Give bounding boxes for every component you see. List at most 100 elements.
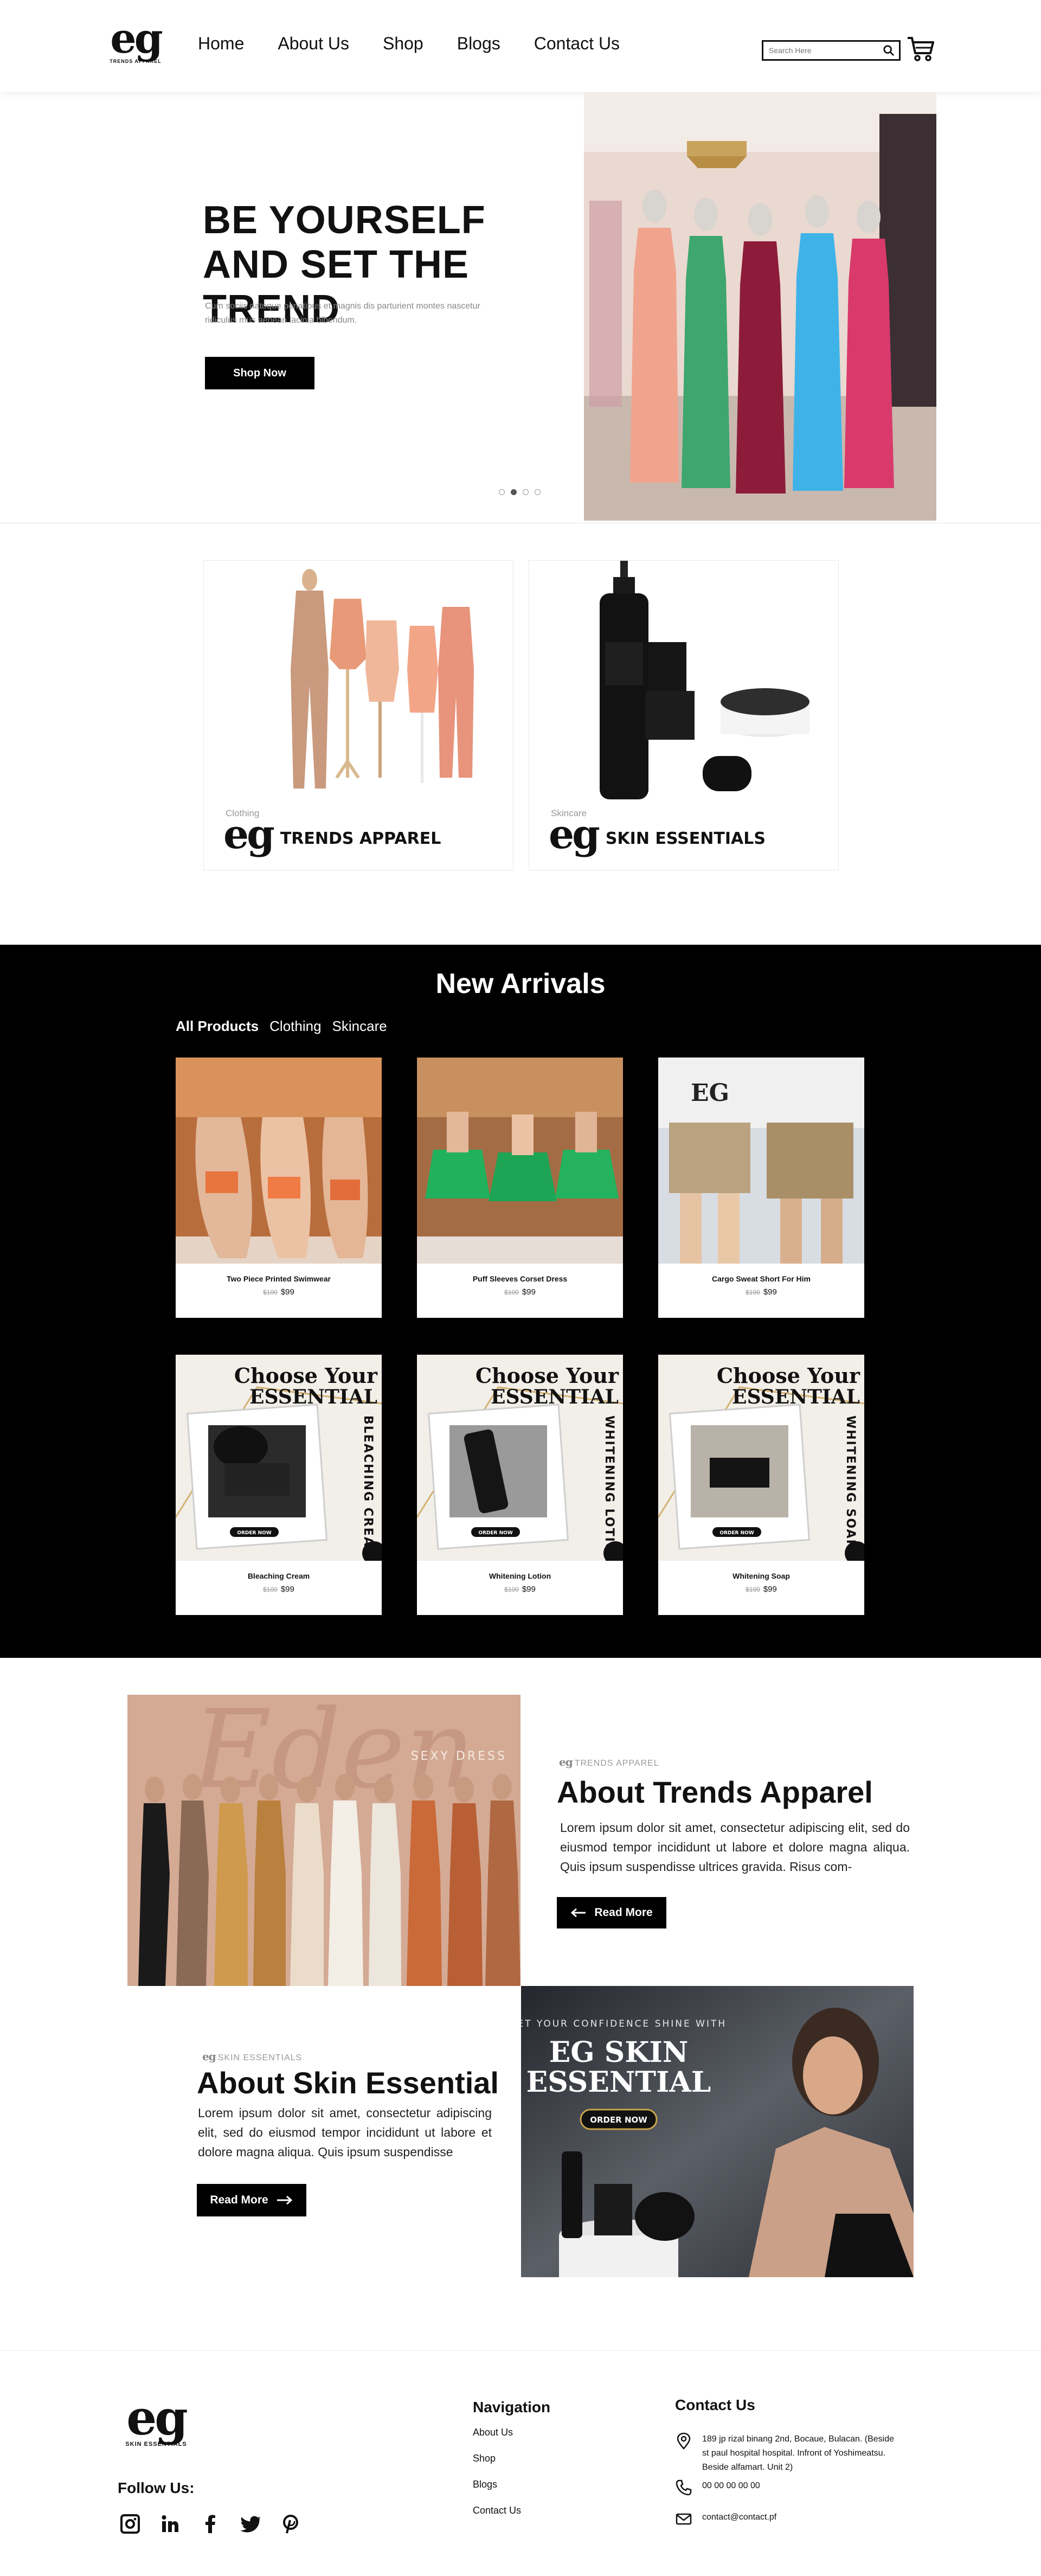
filter-skincare[interactable]: Skincare: [332, 1018, 387, 1035]
svg-text:Choose Your: Choose Your: [717, 1363, 860, 1388]
category-logo-mark: eg: [549, 811, 600, 858]
arrow-left-icon: [571, 1908, 586, 1918]
svg-text:WHITENING LOTION: WHITENING LOTION: [602, 1415, 616, 1561]
product-name: Whitening Lotion: [489, 1572, 551, 1580]
follow-us-label: Follow Us:: [118, 2479, 195, 2496]
svg-text:ORDER NOW: ORDER NOW: [719, 1530, 754, 1536]
product-price: $100 $99: [417, 1287, 623, 1297]
svg-text:EG: EG: [691, 1079, 729, 1107]
product-card[interactable]: ORDER NOW Choose Your ESSENTIAL WHITENIN…: [417, 1355, 623, 1615]
product-name: Whitening Soap: [732, 1572, 790, 1580]
product-image: [417, 1058, 623, 1264]
contact-email[interactable]: contact@contact.pf: [675, 2510, 776, 2528]
about-skin-read-more-button[interactable]: Read More: [197, 2184, 306, 2216]
arrow-right-icon: [277, 2195, 292, 2205]
nav-about-us[interactable]: About Us: [278, 34, 349, 54]
footer-contact-title: Contact Us: [675, 2396, 755, 2413]
product-old-price: $100: [746, 1586, 760, 1593]
svg-text:EG SKIN: EG SKIN: [549, 2036, 689, 2069]
logo-mark: eg: [126, 2389, 188, 2446]
phone-icon: [676, 2479, 692, 2496]
footer-link-blogs[interactable]: Blogs: [473, 2479, 497, 2490]
product-old-price: $100: [263, 1586, 278, 1593]
email-text: contact@contact.pf: [702, 2513, 777, 2522]
product-image: EG: [658, 1058, 864, 1264]
read-more-label: Read More: [594, 1906, 653, 1919]
product-current-price: $99: [280, 1287, 294, 1297]
svg-text:Choose Your: Choose Your: [234, 1363, 378, 1388]
logo-subtitle: TRENDS APPAREL: [110, 59, 162, 64]
search-icon[interactable]: [883, 44, 895, 56]
product-name: Bleaching Cream: [247, 1572, 310, 1580]
product-price: $100 $99: [658, 1287, 864, 1297]
search-input[interactable]: [763, 42, 872, 59]
category-title: TRENDS APPAREL: [280, 829, 441, 848]
facebook-icon[interactable]: [200, 2514, 221, 2534]
product-current-price: $99: [763, 1585, 777, 1594]
product-image: ORDER NOW Choose Your ESSENTIAL WHITENIN…: [658, 1355, 864, 1561]
site-footer: eg SKIN ESSENTIALS Follow Us: Navigation…: [0, 2350, 1041, 2576]
about-skin-text: Lorem ipsum dolor sit amet, consectetur …: [198, 2106, 492, 2159]
product-old-price: $100: [504, 1289, 519, 1296]
contact-address: 189 jp rizal binang 2nd, Bocaue, Bulacan…: [675, 2432, 903, 2475]
nav-home[interactable]: Home: [198, 34, 244, 54]
mini-logo-mark: eg: [559, 1755, 573, 1768]
product-image: ORDER NOW Choose Your ESSENTIAL WHITENIN…: [417, 1355, 623, 1561]
product-card[interactable]: EG Cargo Sweat Short For Him $100 $99: [658, 1058, 864, 1318]
product-name: Cargo Sweat Short For Him: [711, 1274, 811, 1283]
svg-text:ORDER NOW: ORDER NOW: [590, 2115, 647, 2125]
new-arrivals-title: New Arrivals: [435, 968, 606, 999]
product-card[interactable]: Two Piece Printed Swimwear $100 $99: [176, 1058, 382, 1318]
product-price: $100 $99: [658, 1585, 864, 1594]
slider-dot[interactable]: [499, 489, 505, 495]
footer-link-shop[interactable]: Shop: [473, 2453, 496, 2464]
svg-text:ESSENTIAL: ESSENTIAL: [526, 2066, 711, 2099]
product-card[interactable]: ORDER NOW Choose Your ESSENTIAL BLEACHIN…: [176, 1355, 382, 1615]
slider-dot[interactable]: [523, 489, 529, 495]
clothing-image: [204, 561, 513, 799]
product-old-price: $100: [263, 1289, 278, 1296]
product-current-price: $99: [522, 1585, 536, 1594]
brand-logo[interactable]: eg TRENDS APPAREL: [103, 18, 168, 65]
product-card[interactable]: ORDER NOW Choose Your ESSENTIAL WHITENIN…: [658, 1355, 864, 1615]
product-card[interactable]: Puff Sleeves Corset Dress $100 $99: [417, 1058, 623, 1318]
nav-blogs[interactable]: Blogs: [457, 34, 500, 54]
filter-all-products[interactable]: All Products: [176, 1018, 259, 1035]
social-links: [120, 2514, 301, 2534]
category-card-clothing[interactable]: Clothing eg TRENDS APPAREL: [203, 560, 513, 870]
footer-navigation-title: Navigation: [473, 2399, 551, 2415]
twitter-icon[interactable]: [240, 2514, 261, 2534]
category-brand: eg SKIN ESSENTIALS: [549, 811, 766, 858]
read-more-label: Read More: [210, 2194, 268, 2206]
mini-brand-label: TRENDS APPAREL: [574, 1759, 659, 1768]
slider-dot-active[interactable]: [511, 489, 517, 495]
footer-logo[interactable]: eg SKIN ESSENTIALS: [118, 2389, 194, 2447]
pinterest-icon[interactable]: [280, 2514, 301, 2534]
svg-text:ESSENTIAL: ESSENTIAL: [249, 1386, 377, 1408]
filter-clothing[interactable]: Clothing: [269, 1018, 321, 1035]
mini-logo-mark: eg: [202, 2050, 216, 2063]
about-skin-title: About Skin Essential: [197, 2066, 499, 2100]
cart-icon[interactable]: [907, 35, 935, 63]
category-card-skincare[interactable]: Skincare eg SKIN ESSENTIALS: [529, 560, 839, 870]
slider-dot[interactable]: [535, 489, 541, 495]
hero-image: [584, 92, 936, 521]
linkedin-icon[interactable]: [160, 2514, 181, 2534]
product-image: ORDER NOW Choose Your ESSENTIAL BLEACHIN…: [176, 1355, 382, 1561]
category-brand: eg TRENDS APPAREL: [223, 815, 441, 855]
hero-subtitle: Cum sociis natoque penatibus et magnis d…: [205, 302, 480, 325]
svg-text:Choose Your: Choose Your: [475, 1363, 619, 1388]
footer-link-contact-us[interactable]: Contact Us: [473, 2505, 521, 2516]
about-trends-read-more-button[interactable]: Read More: [557, 1897, 666, 1928]
contact-phone[interactable]: 00 00 00 00 00: [675, 2479, 760, 2496]
nav-contact-us[interactable]: Contact Us: [534, 34, 620, 54]
instagram-icon[interactable]: [120, 2514, 140, 2534]
about-trends-text: Lorem ipsum dolor sit amet, consectetur …: [560, 1821, 910, 1874]
product-name: Puff Sleeves Corset Dress: [472, 1274, 568, 1283]
product-image: [176, 1058, 382, 1264]
shop-now-button[interactable]: Shop Now: [205, 357, 314, 389]
svg-text:WHITENING SOAP: WHITENING SOAP: [844, 1415, 857, 1549]
category-title: SKIN ESSENTIALS: [605, 829, 766, 848]
footer-link-about-us[interactable]: About Us: [473, 2427, 513, 2438]
nav-shop[interactable]: Shop: [383, 34, 423, 54]
